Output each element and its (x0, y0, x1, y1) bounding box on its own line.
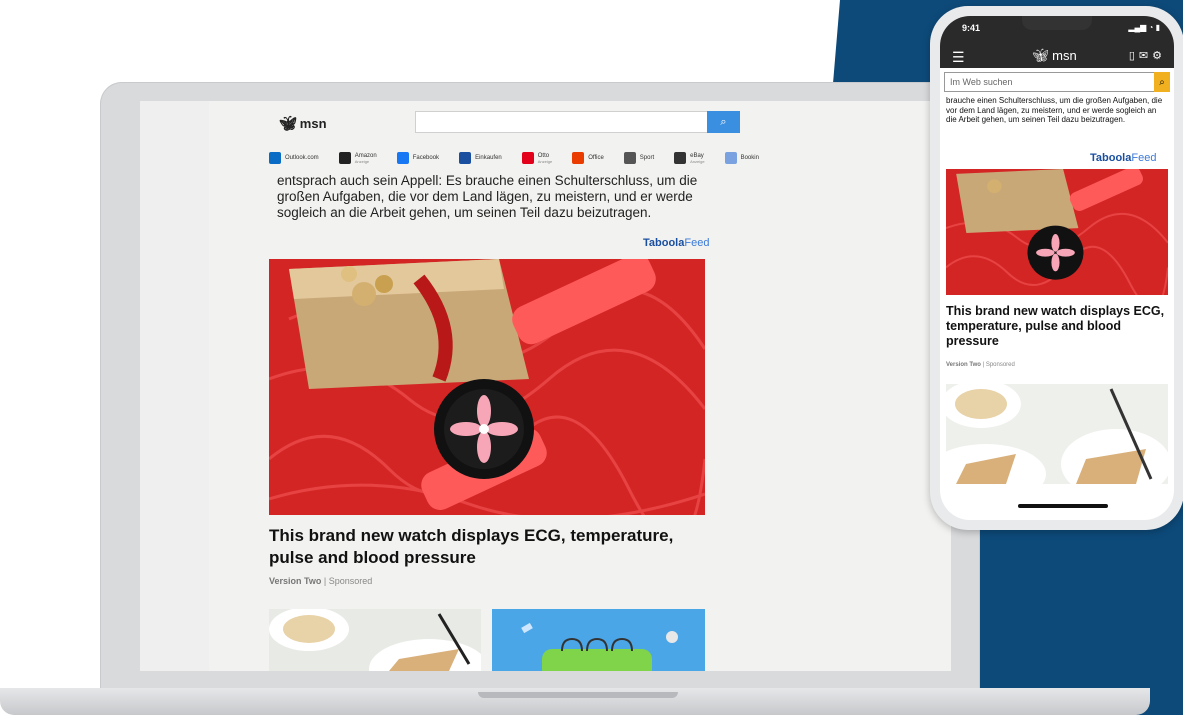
quicklink-label: eBay (690, 152, 704, 159)
phone-ad-title[interactable]: This brand new watch displays ECG, tempe… (946, 304, 1168, 349)
gear-icon[interactable]: ⚙ (1152, 50, 1166, 62)
phone-notch (1022, 16, 1092, 30)
phone-msn-logo-text: msn (1052, 48, 1077, 63)
quicklink-sublabel: Anzeige (690, 158, 705, 164)
phone-nav-bar: ☰ 🦋︎ msn ▯✉⚙ (940, 44, 1174, 68)
booking-icon (724, 152, 737, 164)
phone-search-placeholder: Im Web suchen (950, 77, 1013, 87)
msn-logo-text: msn (299, 116, 327, 131)
search-input[interactable] (415, 111, 740, 133)
quicklink-sublabel: Anzeige (354, 158, 370, 164)
facebook-icon (396, 152, 409, 164)
phone-ad-image-watch[interactable] (946, 169, 1168, 295)
status-time: 9:41 (962, 23, 981, 33)
quicklink-label: Einkaufen (475, 155, 502, 161)
toy-illustration (492, 609, 705, 671)
quicklink-label: Outlook.com (285, 155, 319, 161)
phone-taboola-feed-label[interactable]: TaboolaFeed (1090, 152, 1156, 164)
mail-icon[interactable]: ✉ (1139, 50, 1152, 62)
quicklink-sublabel: Anzeige (537, 158, 553, 164)
phone-frame: 9:41 ▂▄▆ ◔ ▮ ☰ 🦋︎ msn ▯✉⚙ Im Web suchen … (930, 6, 1183, 530)
laptop-notch (478, 692, 678, 698)
sponsored-label: Sponsored (328, 576, 373, 586)
phone-food-illustration (946, 384, 1168, 484)
quicklink-otto[interactable]: Otto Anzeige (521, 152, 553, 164)
taboola-feed-label[interactable]: TaboolaFeed (643, 237, 709, 249)
quicklink-outlook-com[interactable]: Outlook.com (269, 152, 319, 164)
amazon-icon (338, 152, 351, 164)
sport-icon (623, 152, 636, 164)
quicklink-label: Facebook (412, 155, 440, 161)
phone-ad-source-name[interactable]: Version Two (946, 362, 981, 368)
phone-taboola-brand: Taboola (1090, 152, 1132, 164)
phone-screen: 9:41 ▂▄▆ ◔ ▮ ☰ 🦋︎ msn ▯✉⚙ Im Web suchen … (940, 16, 1174, 520)
cart-icon (459, 152, 472, 164)
office-icon (572, 152, 585, 164)
quicklink-amazon[interactable]: Amazon Anzeige (338, 152, 377, 164)
article-text: entsprach auch sein Appell: Es brauche e… (277, 173, 698, 220)
quicklink-label: Amazon (354, 152, 377, 159)
phone-msn-logo[interactable]: 🦋︎ msn (1032, 48, 1077, 64)
phone-article-text: brauche einen Schulterschluss, um die gr… (946, 96, 1163, 124)
phone-watch-illustration (946, 169, 1168, 295)
msn-butterfly-icon: 🦋︎ (279, 115, 297, 131)
phone-search-input[interactable]: Im Web suchen (944, 72, 1170, 92)
ad-source-name[interactable]: Version Two (269, 576, 321, 586)
laptop-screen: 🦋︎ msn ⌕ Outlook.com Amazon Anzeige Faceboo… (140, 101, 951, 671)
taboola-brand: Taboola (643, 237, 685, 249)
quicklink-einkaufen[interactable]: Einkaufen (459, 152, 502, 164)
food-illustration (269, 609, 481, 671)
ad-title[interactable]: This brand new watch displays ECG, tempe… (269, 525, 705, 569)
phone-ad-thumbnail-food[interactable] (946, 384, 1168, 484)
signal-wifi-battery-icon: ▂▄▆ ◔ ▮ (1128, 23, 1160, 32)
phone-nav-icons: ▯✉⚙ (1129, 49, 1166, 62)
showcase-stage: 🦋︎ msn ⌕ Outlook.com Amazon Anzeige Faceboo… (0, 0, 1183, 715)
ad-image-watch[interactable] (269, 259, 705, 515)
otto-icon (521, 152, 534, 164)
quicklink-sport[interactable]: Sport (623, 152, 655, 164)
quicklink-facebook[interactable]: Facebook (396, 152, 440, 164)
quicklink-label: Sport (639, 155, 655, 161)
quicklink-bookin[interactable]: Bookin (724, 152, 759, 164)
outlook-icon (269, 152, 281, 164)
ad-source: Version Two | Sponsored (269, 576, 373, 586)
quicklink-label: Bookin (740, 155, 759, 161)
ad-thumbnail-toy[interactable] (492, 609, 705, 671)
quicklinks-bar: Outlook.com Amazon Anzeige Facebook Einkaufe… (269, 147, 909, 169)
hamburger-menu-icon[interactable]: ☰ (952, 49, 965, 66)
quicklink-label: Office (588, 155, 604, 161)
msn-logo[interactable]: 🦋︎ msn (279, 115, 327, 132)
taboola-feed: Feed (684, 237, 710, 249)
home-indicator[interactable] (1018, 504, 1108, 508)
phone-ad-source: Version Two | Sponsored (946, 362, 1015, 368)
ebay-icon (674, 152, 687, 164)
msn-page: 🦋︎ msn ⌕ Outlook.com Amazon Anzeige Faceboo… (209, 101, 951, 671)
ad-thumbnail-food[interactable] (269, 609, 481, 671)
phone-search-button[interactable]: ⌕ (1154, 72, 1170, 92)
quicklink-ebay[interactable]: eBay Anzeige (674, 152, 705, 164)
phone-sponsored-label: Sponsored (985, 362, 1015, 368)
search-icon: ⌕ (1159, 76, 1165, 88)
phone-taboola-feed: Feed (1131, 152, 1157, 164)
quicklink-office[interactable]: Office (572, 152, 604, 164)
watch-illustration (269, 259, 705, 515)
phone-icon[interactable]: ▯ (1129, 50, 1139, 62)
search-icon: ⌕ (720, 115, 727, 128)
quicklink-label: Otto (537, 152, 550, 159)
search-button[interactable]: ⌕ (707, 111, 740, 133)
